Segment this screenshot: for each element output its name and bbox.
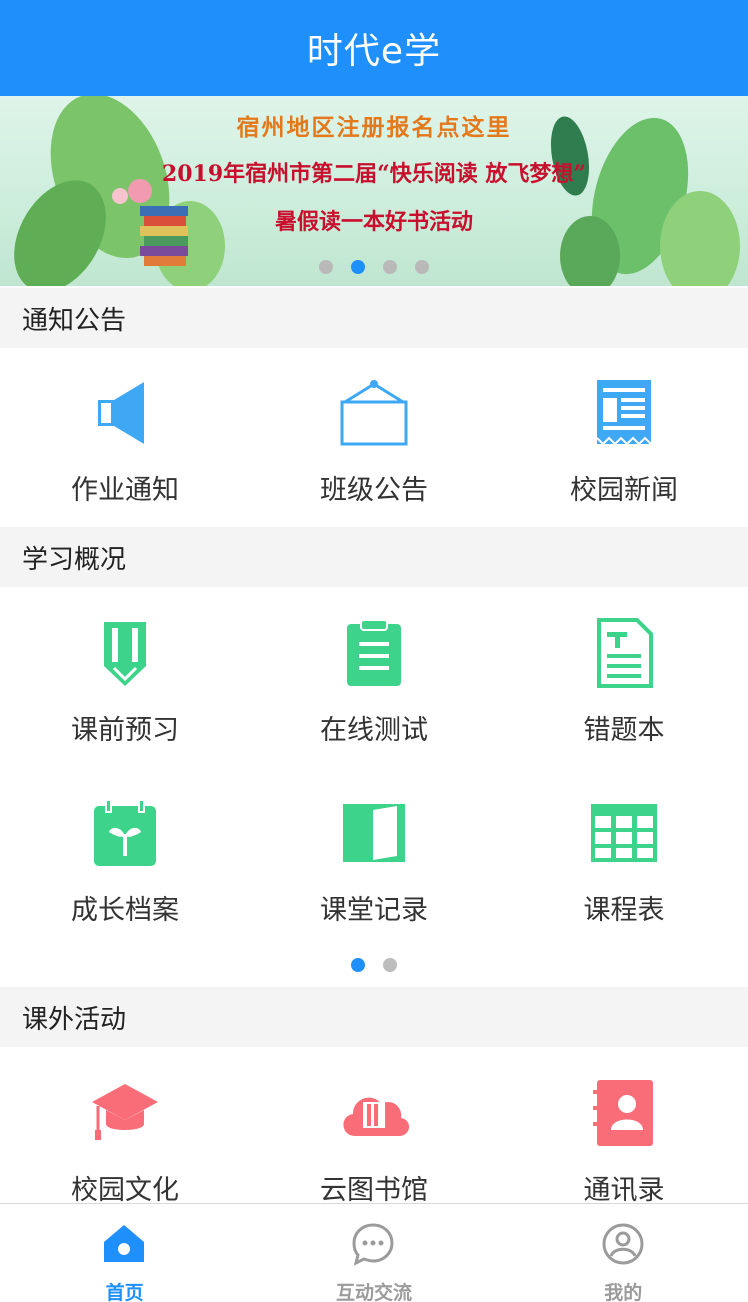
section-activity-header: 课外活动	[0, 987, 748, 1047]
chat-bubble-icon	[352, 1223, 394, 1266]
contacts-book-icon	[593, 1080, 653, 1146]
study-page-indicator	[0, 958, 748, 972]
menu-item-label: 错题本	[583, 715, 665, 746]
app-title: 时代e学	[306, 31, 442, 72]
graduation-cap-icon	[92, 1084, 158, 1140]
banner-carousel[interactable]: 宿州地区注册报名点这里 2019年宿州市第二届“快乐阅读 放飞梦想” 暑假读一本…	[0, 96, 748, 286]
speaker-icon	[98, 382, 144, 444]
timetable-grid-icon	[591, 804, 657, 862]
banner-dot[interactable]	[383, 260, 397, 274]
menu-item-preview[interactable]: 课前预习	[0, 588, 250, 768]
menu-item-label: 通讯录	[583, 1175, 665, 1203]
study-grid: 课前预习 在线测试 错题本 成长档案 课堂记录 课程表	[0, 588, 748, 948]
menu-item-class-record[interactable]: 课堂记录	[249, 768, 499, 948]
menu-item-cloud-library[interactable]: 云图书馆	[249, 1048, 499, 1203]
banner-subtitle: 2019年宿州市第二届“快乐阅读 放飞梦想”	[161, 161, 587, 187]
menu-item-campus-culture[interactable]: 校园文化	[0, 1048, 250, 1203]
menu-item-label: 作业通知	[71, 475, 179, 506]
page-dot[interactable]	[383, 958, 397, 972]
menu-item-label: 课前预习	[71, 715, 179, 746]
cloud-book-icon	[343, 1097, 409, 1136]
banner-dot[interactable]	[415, 260, 429, 274]
banner-caption: 暑假读一本好书活动	[274, 209, 473, 235]
tab-profile[interactable]: 我的	[499, 1204, 748, 1302]
tab-label: 互动交流	[335, 1282, 412, 1302]
menu-item-mistake-book[interactable]: 错题本	[499, 588, 748, 768]
menu-item-label: 校园新闻	[570, 475, 678, 506]
newspaper-icon	[596, 380, 652, 446]
section-title: 课外活动	[22, 1004, 127, 1035]
section-study-header: 学习概况	[0, 527, 748, 587]
menu-item-label: 课程表	[583, 895, 665, 926]
menu-item-timetable[interactable]: 课程表	[499, 768, 748, 948]
banner-dot-active[interactable]	[351, 260, 365, 274]
menu-item-label: 班级公告	[320, 475, 428, 506]
menu-item-online-test[interactable]: 在线测试	[249, 588, 499, 768]
open-book-icon	[343, 804, 405, 862]
section-title: 学习概况	[22, 544, 127, 575]
menu-item-label: 云图书馆	[320, 1175, 428, 1203]
tab-home[interactable]: 首页	[0, 1204, 249, 1302]
menu-item-label: 课堂记录	[320, 895, 428, 926]
menu-item-label: 成长档案	[71, 895, 179, 926]
banner-dot[interactable]	[319, 260, 333, 274]
tab-label: 我的	[604, 1282, 643, 1302]
menu-item-growth-archive[interactable]: 成长档案	[0, 768, 250, 948]
activity-grid: 校园文化 云图书馆 通讯录	[0, 1048, 748, 1203]
user-icon	[602, 1223, 644, 1265]
notice-grid: 作业通知 班级公告 校园新闻	[0, 348, 748, 526]
sprout-calendar-icon	[94, 799, 156, 866]
document-icon	[597, 618, 653, 688]
banner-indicator	[0, 260, 748, 274]
clipboard-icon	[347, 619, 401, 686]
section-notice-header: 通知公告	[0, 288, 748, 348]
menu-item-class-announcement[interactable]: 班级公告	[249, 348, 499, 528]
tab-interaction[interactable]: 互动交流	[249, 1204, 498, 1302]
menu-item-contacts[interactable]: 通讯录	[499, 1048, 748, 1203]
menu-item-campus-news[interactable]: 校园新闻	[499, 348, 748, 528]
app-header: 时代e学	[0, 0, 748, 96]
bottom-tab-bar: 首页 互动交流 我的	[0, 1203, 748, 1302]
tab-label: 首页	[105, 1282, 144, 1302]
menu-item-label: 校园文化	[71, 1175, 179, 1203]
section-title: 通知公告	[22, 305, 127, 336]
notice-board-icon	[340, 380, 408, 446]
banner-headline: 宿州地区注册报名点这里	[236, 114, 512, 141]
menu-item-label: 在线测试	[320, 715, 428, 746]
pencil-icon	[104, 622, 146, 686]
menu-item-homework-notice[interactable]: 作业通知	[0, 348, 250, 528]
page-dot-active[interactable]	[351, 958, 365, 972]
home-icon	[104, 1225, 144, 1262]
